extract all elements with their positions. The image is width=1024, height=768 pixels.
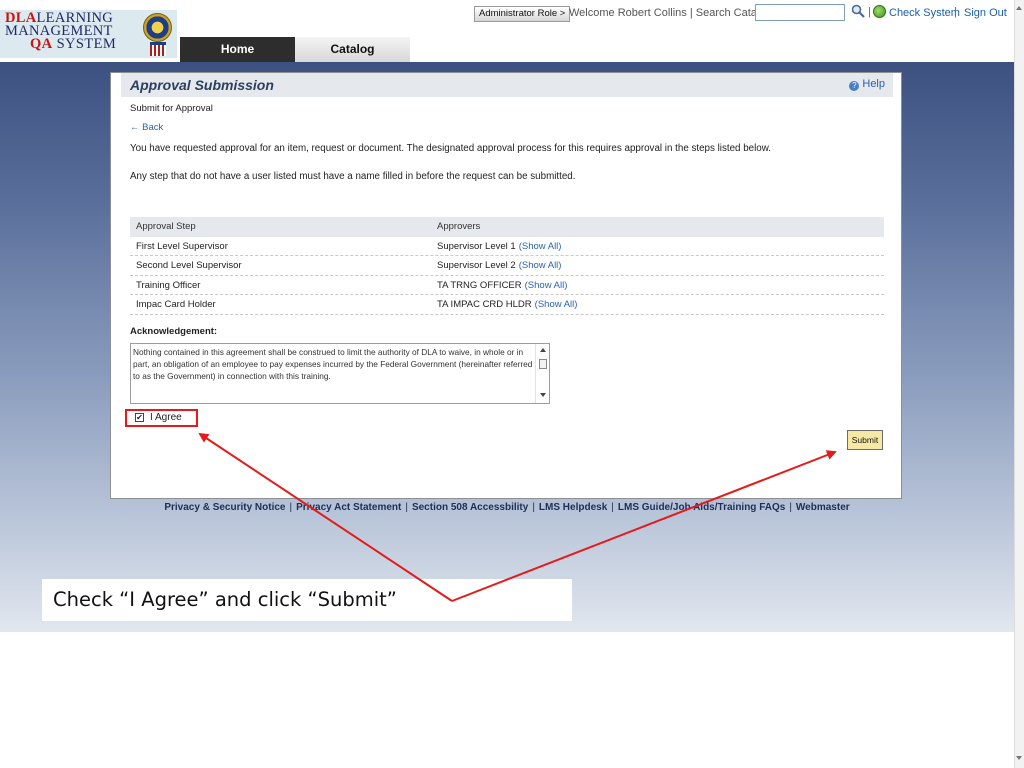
scroll-up-arrow-icon[interactable]: [1016, 6, 1022, 10]
approval-panel: Approval Submission ? Help Submit for App…: [110, 72, 902, 499]
dla-seal-icon: [143, 13, 172, 42]
flag-icon: [150, 42, 166, 56]
approver-name: Supervisor Level 1: [437, 240, 516, 252]
acknowledgement-label: Acknowledgement:: [130, 326, 218, 337]
show-all-link[interactable]: (Show All): [525, 280, 568, 291]
logo-system-text: SYSTEM: [56, 36, 117, 52]
table-header-row: Approval Step Approvers: [130, 217, 884, 237]
administrator-role-button[interactable]: Administrator Role >: [474, 6, 571, 22]
table-row: Impac Card Holder TA IMPAC CRD HLDR (Show…: [130, 295, 884, 315]
footer-separator: |: [405, 502, 408, 513]
table-row: First Level Supervisor Supervisor Level …: [130, 237, 884, 256]
dla-lms-logo[interactable]: DLALEARNING MANAGEMENT QA SYSTEM: [0, 10, 177, 58]
window-scrollbar[interactable]: [1014, 0, 1024, 768]
footer-separator: |: [532, 502, 535, 513]
check-system-icon[interactable]: [873, 5, 886, 18]
page-title: Approval Submission: [130, 77, 274, 93]
topbar-separator: |: [868, 6, 871, 18]
footer-link-privacy-security[interactable]: Privacy & Security Notice: [164, 502, 285, 513]
instruction-text: Check “I Agree” and click “Submit”: [53, 588, 397, 611]
logo-qa-text: QA: [30, 36, 53, 52]
topbar-separator: |: [954, 6, 957, 18]
scroll-down-arrow-icon[interactable]: [1016, 756, 1022, 760]
help-link[interactable]: ? Help: [849, 78, 885, 91]
footer-separator: |: [611, 502, 614, 513]
approver-name: TA IMPAC CRD HLDR: [437, 299, 532, 310]
footer-link-section-508[interactable]: Section 508 Accessbility: [412, 502, 528, 513]
show-all-link[interactable]: (Show All): [519, 260, 562, 271]
approval-step-cell: First Level Supervisor: [136, 240, 228, 252]
approval-step-cell: Second Level Supervisor: [136, 260, 242, 271]
footer-separator: |: [289, 502, 293, 513]
acknowledgement-text: Nothing contained in this agreement shal…: [133, 347, 533, 381]
logo-line-3: QA SYSTEM: [30, 36, 117, 52]
approver-cell: TA IMPAC CRD HLDR (Show All): [437, 295, 577, 314]
i-agree-checkbox[interactable]: ✔: [135, 413, 144, 422]
approver-cell: Supervisor Level 1 (Show All): [437, 237, 561, 256]
table-row: Second Level Supervisor Supervisor Level…: [130, 256, 884, 276]
column-header-approval-step: Approval Step: [136, 221, 196, 232]
instruction-callout: Check “I Agree” and click “Submit”: [42, 579, 572, 621]
footer-separator: |: [789, 502, 792, 513]
search-catalog-input[interactable]: [755, 4, 845, 21]
column-header-approvers: Approvers: [437, 221, 481, 232]
panel-header: Approval Submission ? Help: [121, 73, 893, 97]
footer-link-webmaster[interactable]: Webmaster: [796, 502, 850, 513]
table-row: Training Officer TA TRNG OFFICER (Show Al…: [130, 276, 884, 295]
approval-step-cell: Impac Card Holder: [136, 299, 216, 310]
help-label: Help: [862, 78, 885, 90]
submit-button[interactable]: Submit: [847, 430, 883, 450]
footer-links: Privacy & Security Notice | Privacy Act St…: [0, 502, 1014, 513]
show-all-link[interactable]: (Show All): [519, 241, 562, 252]
sign-out-link[interactable]: Sign Out: [964, 6, 1007, 20]
acknowledgement-textbox[interactable]: Nothing contained in this agreement shal…: [130, 343, 550, 404]
welcome-text: Welcome Robert Collins | Search Catalog: [569, 7, 772, 19]
scroll-up-arrow-icon[interactable]: [540, 348, 546, 352]
approval-step-cell: Training Officer: [136, 279, 201, 291]
info-text-requested: You have requested approval for an item,…: [130, 143, 771, 154]
back-link[interactable]: ← Back: [130, 122, 163, 134]
i-agree-highlight-box: ✔ I Agree: [125, 409, 198, 427]
panel-subtitle: Submit for Approval: [130, 103, 213, 114]
approver-cell: Supervisor Level 2 (Show All): [437, 256, 561, 275]
page-header: DLALEARNING MANAGEMENT QA SYSTEM Home Ca…: [0, 0, 1014, 62]
tab-home[interactable]: Home: [180, 37, 295, 62]
acknowledgement-scrollbar[interactable]: [535, 344, 549, 403]
footer-link-lms-helpdesk[interactable]: LMS Helpdesk: [539, 502, 607, 513]
approver-name: TA TRNG OFFICER: [437, 279, 522, 291]
help-icon: ?: [849, 81, 860, 91]
footer-link-lms-guide[interactable]: LMS Guide/Job Aids/Training FAQs: [618, 502, 785, 513]
search-icon[interactable]: [851, 4, 865, 18]
i-agree-label[interactable]: I Agree: [150, 412, 182, 424]
page-bottom-area: [0, 632, 1014, 768]
scroll-down-arrow-icon[interactable]: [540, 393, 546, 397]
tab-catalog[interactable]: Catalog: [295, 37, 410, 62]
check-system-link[interactable]: Check System: [889, 6, 960, 20]
scroll-thumb[interactable]: [539, 359, 547, 369]
show-all-link[interactable]: (Show All): [535, 299, 578, 310]
info-text-steps: Any step that do not have a user listed …: [130, 171, 576, 182]
approver-name: Supervisor Level 2: [437, 260, 516, 271]
approval-steps-table: Approval Step Approvers First Level Supe…: [130, 217, 884, 315]
approver-cell: TA TRNG OFFICER (Show All): [437, 276, 567, 295]
footer-link-privacy-act[interactable]: Privacy Act Statement: [296, 502, 401, 513]
